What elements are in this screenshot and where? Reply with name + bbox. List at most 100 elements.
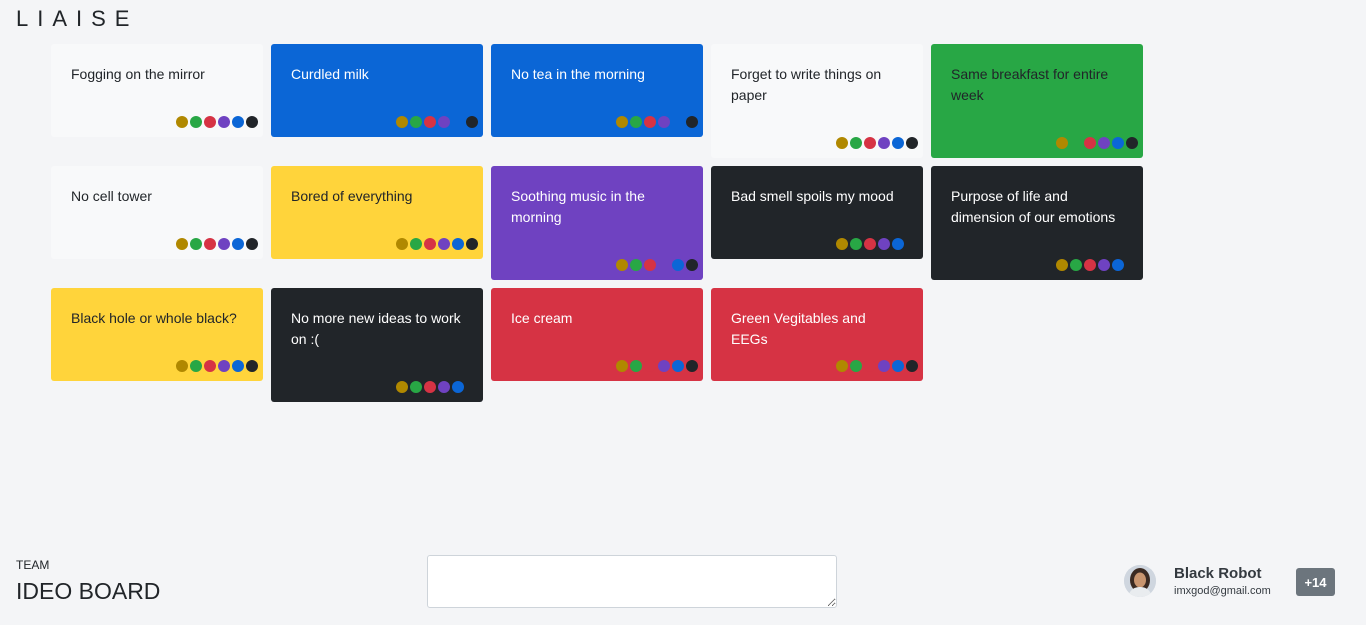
idea-card[interactable]: Bad smell spoils my mood — [711, 166, 923, 259]
color-dot[interactable] — [864, 238, 876, 250]
color-dot[interactable] — [246, 238, 258, 250]
color-dot[interactable] — [396, 381, 408, 393]
idea-card[interactable]: Curdled milk — [271, 44, 483, 137]
color-dot[interactable] — [438, 116, 450, 128]
color-dot[interactable] — [424, 116, 436, 128]
idea-card[interactable]: No more new ideas to work on :( — [271, 288, 483, 402]
color-dot[interactable] — [410, 238, 422, 250]
color-dot[interactable] — [176, 238, 188, 250]
color-dot[interactable] — [616, 360, 628, 372]
color-dot[interactable] — [630, 116, 642, 128]
color-dot[interactable] — [424, 238, 436, 250]
idea-card[interactable]: Fogging on the mirror — [51, 44, 263, 137]
color-dot[interactable] — [190, 116, 202, 128]
color-dot[interactable] — [878, 137, 890, 149]
idea-card-text: Purpose of life and dimension of our emo… — [951, 188, 1116, 225]
color-dot[interactable] — [1084, 137, 1096, 149]
color-dot[interactable] — [658, 360, 670, 372]
color-dot[interactable] — [424, 381, 436, 393]
color-dot[interactable] — [466, 116, 478, 128]
color-dot[interactable] — [672, 259, 684, 271]
color-dot[interactable] — [452, 381, 464, 393]
color-dot[interactable] — [204, 238, 216, 250]
color-dot[interactable] — [176, 116, 188, 128]
color-dot[interactable] — [246, 116, 258, 128]
color-picker — [396, 238, 478, 250]
color-dot[interactable] — [466, 238, 478, 250]
color-dot[interactable] — [644, 259, 656, 271]
color-dot[interactable] — [630, 360, 642, 372]
color-picker — [836, 360, 918, 372]
color-dot[interactable] — [1112, 137, 1124, 149]
team-label: TEAM — [16, 558, 50, 572]
color-dot[interactable] — [644, 360, 656, 372]
idea-card[interactable]: Soothing music in the morning — [491, 166, 703, 280]
color-dot[interactable] — [906, 360, 918, 372]
color-dot[interactable] — [850, 238, 862, 250]
color-dot[interactable] — [630, 259, 642, 271]
color-dot[interactable] — [1070, 259, 1082, 271]
color-dot[interactable] — [686, 360, 698, 372]
color-dot[interactable] — [452, 238, 464, 250]
color-dot[interactable] — [878, 238, 890, 250]
color-dot[interactable] — [616, 259, 628, 271]
idea-card[interactable]: Green Vegitables and EEGs — [711, 288, 923, 381]
color-dot[interactable] — [204, 116, 216, 128]
idea-card[interactable]: Same breakfast for entire week — [931, 44, 1143, 158]
idea-card[interactable]: Purpose of life and dimension of our emo… — [931, 166, 1143, 280]
color-dot[interactable] — [686, 116, 698, 128]
color-dot[interactable] — [232, 116, 244, 128]
color-dot[interactable] — [1126, 137, 1138, 149]
color-dot[interactable] — [892, 238, 904, 250]
color-dot[interactable] — [892, 137, 904, 149]
color-dot[interactable] — [218, 238, 230, 250]
more-members-badge[interactable]: +14 — [1296, 568, 1335, 596]
color-dot[interactable] — [616, 116, 628, 128]
color-dot[interactable] — [672, 360, 684, 372]
color-dot[interactable] — [204, 360, 216, 372]
color-dot[interactable] — [1056, 259, 1068, 271]
idea-card[interactable]: Ice cream — [491, 288, 703, 381]
color-dot[interactable] — [864, 360, 876, 372]
color-dot[interactable] — [232, 238, 244, 250]
idea-card[interactable]: Bored of everything — [271, 166, 483, 259]
color-dot[interactable] — [396, 116, 408, 128]
color-dot[interactable] — [850, 137, 862, 149]
idea-card[interactable]: No cell tower — [51, 166, 263, 259]
color-dot[interactable] — [438, 381, 450, 393]
color-dot[interactable] — [644, 116, 656, 128]
color-dot[interactable] — [850, 360, 862, 372]
color-dot[interactable] — [892, 360, 904, 372]
color-dot[interactable] — [864, 137, 876, 149]
color-dot[interactable] — [878, 360, 890, 372]
color-dot[interactable] — [410, 381, 422, 393]
color-dot[interactable] — [218, 360, 230, 372]
color-dot[interactable] — [906, 137, 918, 149]
color-picker — [396, 116, 478, 128]
color-dot[interactable] — [1098, 259, 1110, 271]
color-dot[interactable] — [176, 360, 188, 372]
idea-card[interactable]: Forget to write things on paper — [711, 44, 923, 158]
new-idea-input[interactable] — [427, 555, 837, 608]
color-dot[interactable] — [410, 116, 422, 128]
user-avatar[interactable] — [1124, 565, 1156, 597]
color-dot[interactable] — [396, 238, 408, 250]
color-dot[interactable] — [1084, 259, 1096, 271]
color-dot[interactable] — [1112, 259, 1124, 271]
color-picker — [836, 137, 918, 149]
color-dot[interactable] — [686, 259, 698, 271]
color-dot[interactable] — [190, 360, 202, 372]
color-dot[interactable] — [1056, 137, 1068, 149]
color-dot[interactable] — [218, 116, 230, 128]
idea-card[interactable]: Black hole or whole black? — [51, 288, 263, 381]
color-dot[interactable] — [232, 360, 244, 372]
color-dot[interactable] — [1098, 137, 1110, 149]
color-dot[interactable] — [836, 137, 848, 149]
idea-card[interactable]: No tea in the morning — [491, 44, 703, 137]
color-dot[interactable] — [836, 238, 848, 250]
color-dot[interactable] — [658, 116, 670, 128]
color-dot[interactable] — [438, 238, 450, 250]
color-dot[interactable] — [190, 238, 202, 250]
color-dot[interactable] — [836, 360, 848, 372]
color-dot[interactable] — [246, 360, 258, 372]
